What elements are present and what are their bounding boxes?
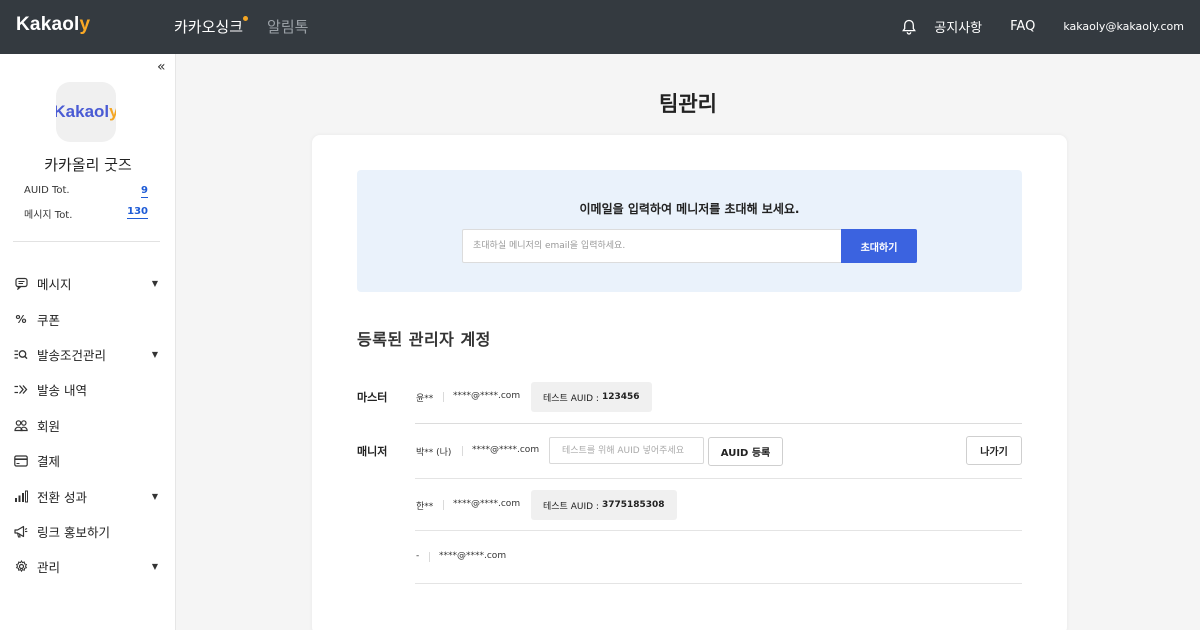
caret-down-icon: ▼: [151, 349, 158, 359]
manager-email: ****@****.com: [439, 551, 507, 561]
caret-down-icon: ▼: [151, 279, 158, 289]
nav-kakaosync[interactable]: 카카오싱크: [174, 16, 249, 37]
caret-down-icon: ▼: [151, 491, 158, 501]
bell-icon[interactable]: [902, 19, 917, 35]
gear-icon: [14, 560, 28, 574]
sidebar-item-send-conditions[interactable]: 발송조건관리 ▼: [14, 337, 164, 372]
manager-name: -: [416, 551, 420, 561]
bar-chart-icon: [14, 489, 28, 503]
row-divider: [415, 478, 1022, 479]
new-indicator-dot: [243, 16, 249, 21]
sidebar: « Kakaoly 카카올리 굿즈 AUID Tot. 9 메시지 Tot. 1…: [0, 54, 176, 630]
caret-down-icon: ▼: [151, 562, 158, 572]
send-history-icon: [14, 383, 28, 397]
notice-link[interactable]: 공지사항: [934, 17, 982, 36]
column-separator: [462, 446, 463, 456]
stat-value-auid[interactable]: 9: [141, 185, 148, 198]
megaphone-icon: [14, 524, 28, 538]
stat-label-message: 메시지 Tot.: [24, 210, 73, 221]
row-divider: [415, 530, 1022, 531]
master-auid-badge: 테스트 AUID :123456: [531, 382, 652, 412]
sidebar-item-label: 관리: [37, 560, 61, 576]
manager-label: 매니저: [357, 445, 388, 458]
top-navigation-bar: Kakaoly 카카오싱크 알림톡 공지사항 FAQ kakaoly@kakao…: [0, 0, 1200, 54]
register-auid-button[interactable]: AUID 등록: [708, 437, 783, 466]
sidebar-item-label: 발송 내역: [37, 383, 87, 399]
sidebar-item-label: 전환 성과: [37, 489, 87, 505]
sidebar-item-conversion[interactable]: 전환 성과 ▼: [14, 478, 164, 513]
master-name: 윤**: [416, 394, 434, 404]
manager-email: ****@****.com: [453, 499, 521, 509]
sidebar-menu: 메시지 ▼ % 쿠폰 발송조건관리 ▼ 발송 내역 회원 결제 전환 성과 ▼: [14, 266, 164, 585]
column-separator: [429, 552, 430, 562]
stat-value-message[interactable]: 130: [127, 206, 148, 219]
sidebar-item-send-history[interactable]: 발송 내역: [14, 372, 164, 407]
sidebar-item-admin[interactable]: 관리 ▼: [14, 549, 164, 584]
manager-name: 박** (나): [416, 448, 452, 458]
master-label: 마스터: [357, 391, 388, 404]
sidebar-item-label: 링크 홍보하기: [37, 524, 110, 540]
nav-alimtalk[interactable]: 알림톡: [267, 16, 308, 37]
master-email: ****@****.com: [453, 391, 521, 401]
invite-button[interactable]: 초대하기: [841, 229, 917, 263]
message-icon: [14, 277, 28, 291]
sidebar-item-label: 회원: [37, 418, 61, 434]
account-email[interactable]: kakaoly@kakaoly.com: [1063, 20, 1184, 33]
row-divider: [415, 423, 1022, 424]
sidebar-divider: [13, 241, 160, 242]
percent-icon: %: [15, 312, 27, 326]
column-separator: [443, 500, 444, 510]
team-management-card: 이메일을 입력하여 메니저를 초대해 보세요. 초대하기 등록된 관리자 계정 …: [312, 135, 1067, 630]
sidebar-item-label: 발송조건관리: [37, 347, 107, 363]
shop-name: 카카올리 굿즈: [44, 156, 132, 174]
brand-logo[interactable]: Kakaoly: [16, 14, 90, 36]
collapse-sidebar-icon[interactable]: «: [157, 59, 166, 75]
sidebar-item-message[interactable]: 메시지 ▼: [14, 266, 164, 301]
card-icon: [14, 454, 28, 468]
row-divider: [415, 583, 1022, 584]
faq-link[interactable]: FAQ: [1010, 19, 1035, 34]
manager-email: ****@****.com: [472, 445, 540, 455]
sidebar-item-link-promotion[interactable]: 링크 홍보하기: [14, 514, 164, 549]
invite-email-input[interactable]: [462, 229, 842, 263]
sidebar-item-label: 메시지: [37, 277, 72, 293]
auid-input[interactable]: [549, 437, 704, 464]
sidebar-item-label: 결제: [37, 454, 61, 470]
manager-auid-badge: 테스트 AUID :3775185308: [531, 490, 677, 520]
section-title: 등록된 관리자 계정: [357, 330, 491, 349]
manager-name: 한**: [416, 502, 434, 512]
stat-label-auid: AUID Tot.: [24, 185, 70, 196]
users-icon: [14, 418, 28, 432]
sidebar-item-payment[interactable]: 결제: [14, 443, 164, 478]
top-nav: 카카오싱크 알림톡: [174, 16, 308, 37]
leave-button[interactable]: 나가기: [966, 436, 1022, 465]
filter-search-icon: [14, 347, 28, 361]
sidebar-item-label: 쿠폰: [37, 312, 61, 328]
shop-logo: Kakaoly: [56, 82, 116, 142]
invite-message: 이메일을 입력하여 메니저를 초대해 보세요.: [579, 202, 800, 216]
column-separator: [443, 392, 444, 402]
sidebar-item-members[interactable]: 회원: [14, 408, 164, 443]
invite-panel: 이메일을 입력하여 메니저를 초대해 보세요. 초대하기: [357, 170, 1022, 292]
top-right-menu: 공지사항 FAQ kakaoly@kakaoly.com: [902, 17, 1184, 36]
sidebar-item-coupon[interactable]: % 쿠폰: [14, 301, 164, 336]
page-title: 팀관리: [659, 92, 717, 116]
